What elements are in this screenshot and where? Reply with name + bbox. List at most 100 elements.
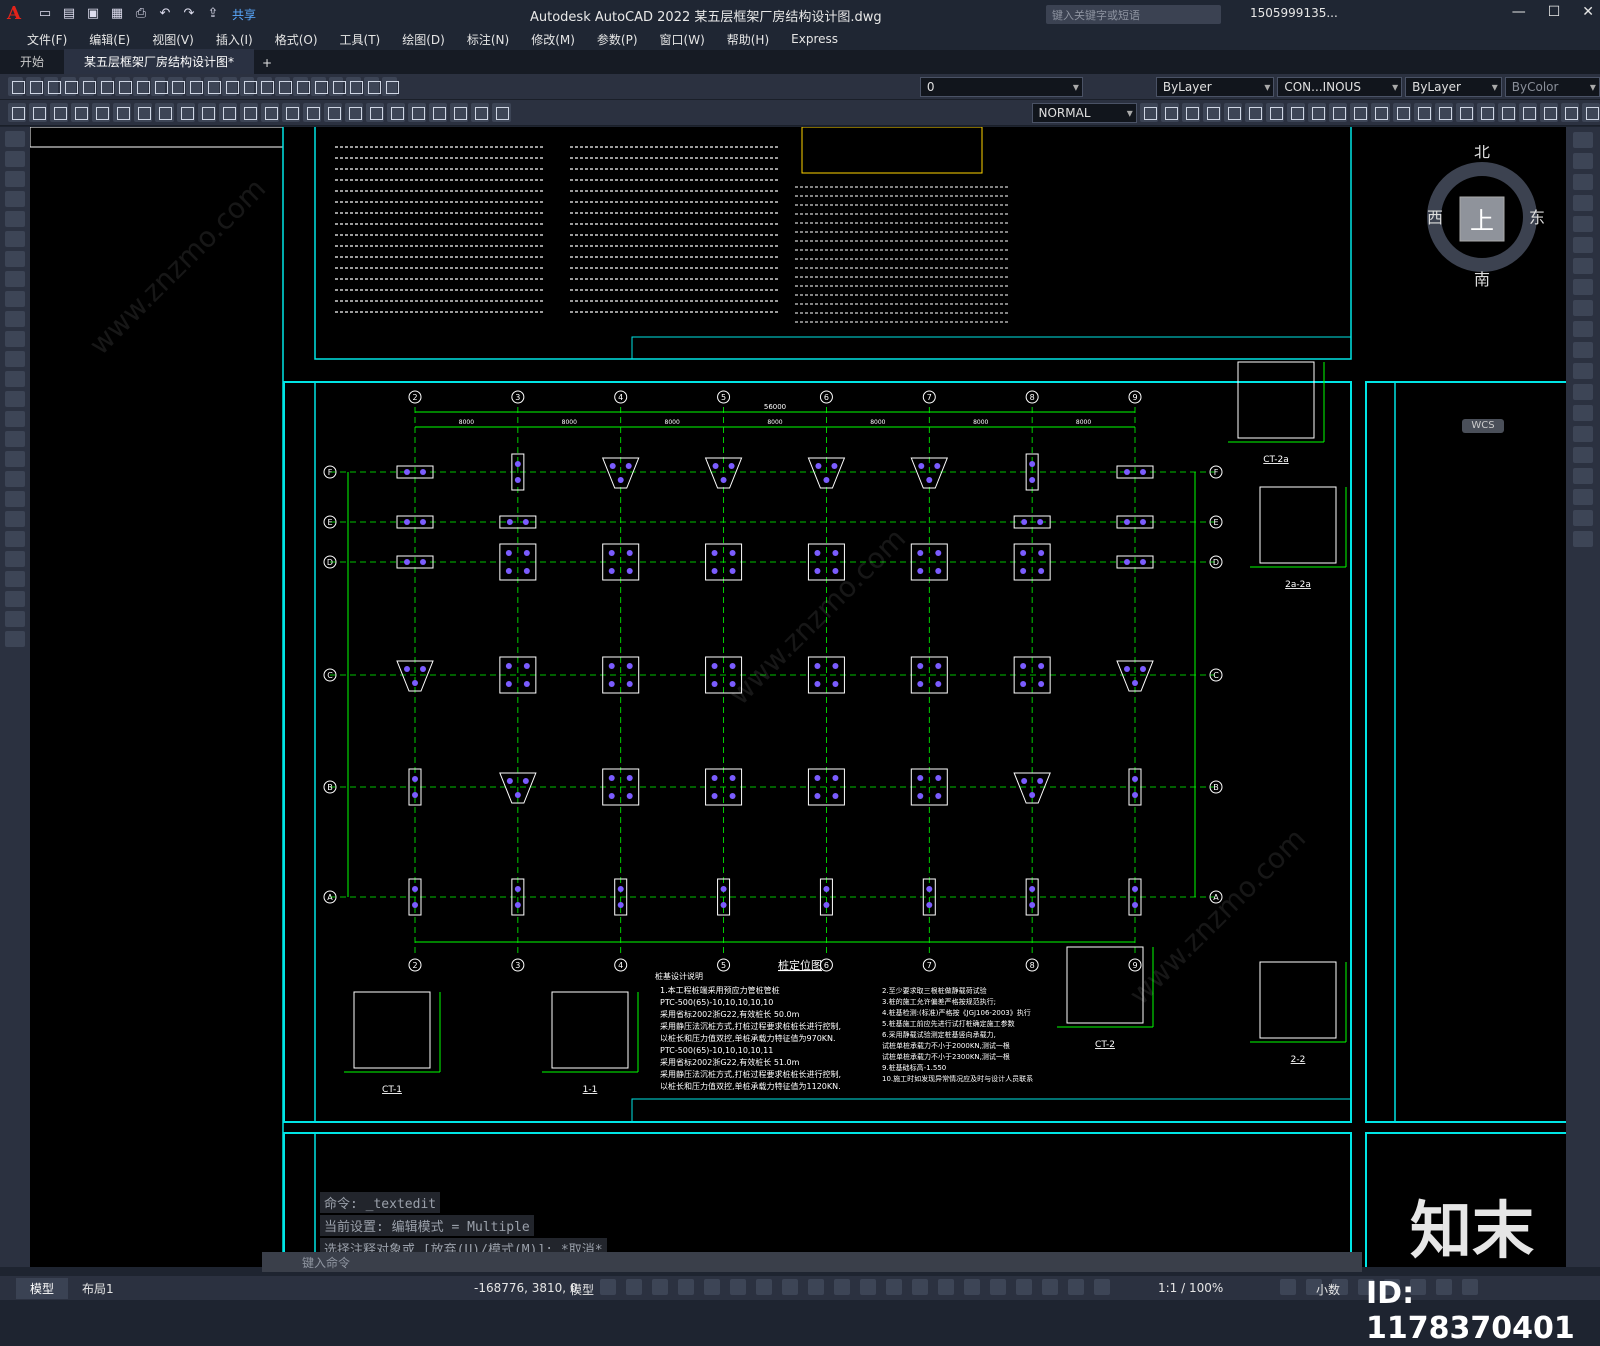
save-icon[interactable]: ▣ (84, 5, 102, 23)
tool-icon[interactable] (29, 103, 48, 122)
status-toggle-icon[interactable] (652, 1279, 668, 1295)
tool-icon[interactable] (1573, 216, 1593, 232)
tool-icon[interactable] (5, 391, 25, 407)
detail-drawing[interactable]: 2a-2a (1250, 486, 1347, 590)
tool-icon[interactable] (408, 103, 427, 122)
viewcube[interactable]: 上 北 南 东 西 (1427, 142, 1547, 295)
status-toggle-icon[interactable] (834, 1279, 850, 1295)
tool-icon[interactable] (5, 451, 25, 467)
tool-icon[interactable] (1202, 103, 1221, 122)
minimize-icon[interactable]: — (1512, 4, 1526, 20)
tool-icon[interactable] (1582, 103, 1600, 122)
tool-icon[interactable] (5, 531, 25, 547)
tool-icon[interactable] (1573, 153, 1593, 169)
tool-icon[interactable] (1434, 103, 1453, 122)
tool-icon[interactable] (150, 77, 168, 96)
tool-icon[interactable] (5, 151, 25, 167)
tool-icon[interactable] (1497, 103, 1516, 122)
saveas-icon[interactable]: ▦ (108, 5, 126, 23)
menu-item[interactable]: 绘图(D) (391, 31, 456, 48)
tool-icon[interactable] (5, 331, 25, 347)
menu-item[interactable]: 窗口(W) (649, 31, 716, 48)
tool-icon[interactable] (5, 491, 25, 507)
tool-icon[interactable] (1561, 103, 1580, 122)
color-dropdown[interactable]: ByLayer (1155, 76, 1275, 97)
tool-icon[interactable] (323, 103, 342, 122)
lineweight-dropdown[interactable]: ByLayer (1405, 76, 1502, 97)
tool-icon[interactable] (1539, 103, 1558, 122)
tool-icon[interactable] (5, 271, 25, 287)
menu-item[interactable]: 修改(M) (520, 31, 586, 48)
tool-icon[interactable] (257, 77, 275, 96)
status-toggle-icon[interactable] (756, 1279, 772, 1295)
tool-icon[interactable] (5, 551, 25, 567)
tool-icon[interactable] (5, 431, 25, 447)
tool-icon[interactable] (168, 77, 186, 96)
tool-icon[interactable] (134, 103, 153, 122)
tool-icon[interactable] (239, 77, 257, 96)
tool-icon[interactable] (1573, 489, 1593, 505)
detail-drawing[interactable]: CT-2a (1228, 361, 1325, 465)
menu-item[interactable]: 插入(I) (205, 31, 264, 48)
tool-icon[interactable] (43, 77, 61, 96)
undo-icon[interactable]: ↶ (156, 5, 174, 23)
tool-icon[interactable] (1573, 426, 1593, 442)
open-icon[interactable]: ▤ (60, 5, 78, 23)
viewcube-north[interactable]: 北 (1474, 142, 1490, 161)
new-icon[interactable]: ▭ (36, 5, 54, 23)
tool-icon[interactable] (25, 77, 43, 96)
document-tab[interactable]: 某五层框架厂房结构设计图* (64, 49, 255, 74)
add-tab-icon[interactable]: + (254, 52, 280, 74)
coordinates-readout[interactable]: -168776, 3810, 0 (474, 1281, 578, 1295)
tool-icon[interactable] (5, 291, 25, 307)
tool-icon[interactable] (345, 103, 364, 122)
tool-icon[interactable] (1245, 103, 1264, 122)
tool-icon[interactable] (387, 103, 406, 122)
tool-icon[interactable] (1573, 468, 1593, 484)
tool-icon[interactable] (1573, 510, 1593, 526)
status-toggle-icon[interactable] (938, 1279, 954, 1295)
model-space-toggle[interactable]: 模型 (570, 1281, 594, 1298)
tool-icon[interactable] (346, 77, 364, 96)
tool-icon[interactable] (61, 77, 79, 96)
tool-icon[interactable] (132, 77, 150, 96)
tool-icon[interactable] (366, 103, 385, 122)
menu-item[interactable]: 视图(V) (141, 31, 205, 48)
detail-drawing[interactable]: CT-1 (344, 991, 441, 1095)
tool-icon[interactable] (1573, 300, 1593, 316)
tool-icon[interactable] (328, 77, 346, 96)
tool-icon[interactable] (1392, 103, 1411, 122)
tool-icon[interactable] (5, 171, 25, 187)
tool-icon[interactable] (113, 103, 132, 122)
layout-tab[interactable]: 布局1 (68, 1278, 128, 1299)
status-toggle-icon[interactable] (704, 1279, 720, 1295)
search-input[interactable]: 键入关键字或短语 (1046, 5, 1221, 24)
tool-icon[interactable] (5, 591, 25, 607)
tool-icon[interactable] (5, 471, 25, 487)
tool-icon[interactable] (1350, 103, 1369, 122)
tool-icon[interactable] (450, 103, 469, 122)
tool-icon[interactable] (71, 103, 90, 122)
menu-item[interactable]: 编辑(E) (78, 31, 141, 48)
menu-item[interactable]: 工具(T) (329, 31, 392, 48)
tool-icon[interactable] (293, 77, 310, 96)
tool-icon[interactable] (1224, 103, 1243, 122)
tool-icon[interactable] (1573, 132, 1593, 148)
tool-icon[interactable] (1573, 363, 1593, 379)
share-button[interactable]: 共享 (232, 6, 256, 23)
tool-icon[interactable] (5, 311, 25, 327)
units-readout[interactable]: 小数 (1316, 1281, 1340, 1298)
tool-icon[interactable] (471, 103, 490, 122)
tool-icon[interactable] (5, 571, 25, 587)
drawing-canvas[interactable]: 56000 2 2 8000 3 3 8000 4 4 8000 5 5 8000 6 6 8000 7 7 800… (30, 127, 1566, 1267)
menu-item[interactable]: 格式(O) (264, 31, 329, 48)
tool-icon[interactable] (5, 411, 25, 427)
tool-icon[interactable] (382, 77, 399, 96)
status-toggle-icon[interactable] (1016, 1279, 1032, 1295)
tool-icon[interactable] (221, 77, 239, 96)
tool-icon[interactable] (8, 103, 27, 122)
tool-icon[interactable] (5, 611, 25, 627)
tool-icon[interactable] (1573, 405, 1593, 421)
tool-icon[interactable] (1476, 103, 1495, 122)
tool-icon[interactable] (1573, 342, 1593, 358)
